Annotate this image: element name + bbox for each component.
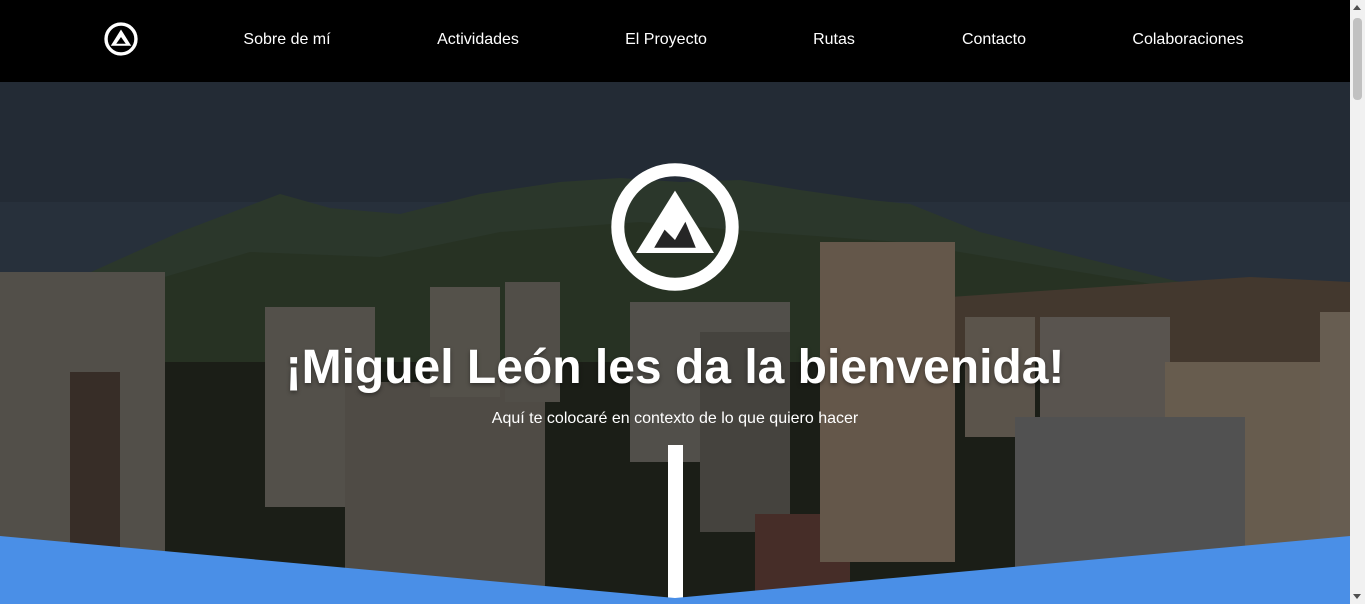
mountain-logo-icon <box>611 163 739 291</box>
page: Sobre de mí Actividades El Proyecto Ruta… <box>0 0 1365 604</box>
scroll-thumb[interactable] <box>1353 18 1362 100</box>
hero-section: ¡Miguel León les da la bienvenida! Aquí … <box>0 82 1350 604</box>
nav-link-colaboraciones[interactable]: Colaboraciones <box>1132 30 1243 50</box>
hero-title: ¡Miguel León les da la bienvenida! <box>285 341 1065 394</box>
nav-link-sobre-de-mi[interactable]: Sobre de mí <box>243 30 330 50</box>
blue-wave-shape <box>0 536 1350 604</box>
hero-subtitle: Aquí te colocaré en contexto de lo que q… <box>491 410 859 427</box>
scroll-down-arrow-icon[interactable] <box>1353 594 1361 599</box>
nav-link-contacto[interactable]: Contacto <box>962 30 1026 50</box>
top-navbar: Sobre de mí Actividades El Proyecto Ruta… <box>0 0 1350 82</box>
nav-link-rutas[interactable]: Rutas <box>813 30 855 50</box>
nav-link-actividades[interactable]: Actividades <box>437 30 519 50</box>
page-scrollbar[interactable] <box>1350 0 1365 604</box>
mountain-logo-icon[interactable] <box>104 22 138 56</box>
nav-link-el-proyecto[interactable]: El Proyecto <box>625 30 707 50</box>
scroll-up-arrow-icon[interactable] <box>1353 5 1361 10</box>
